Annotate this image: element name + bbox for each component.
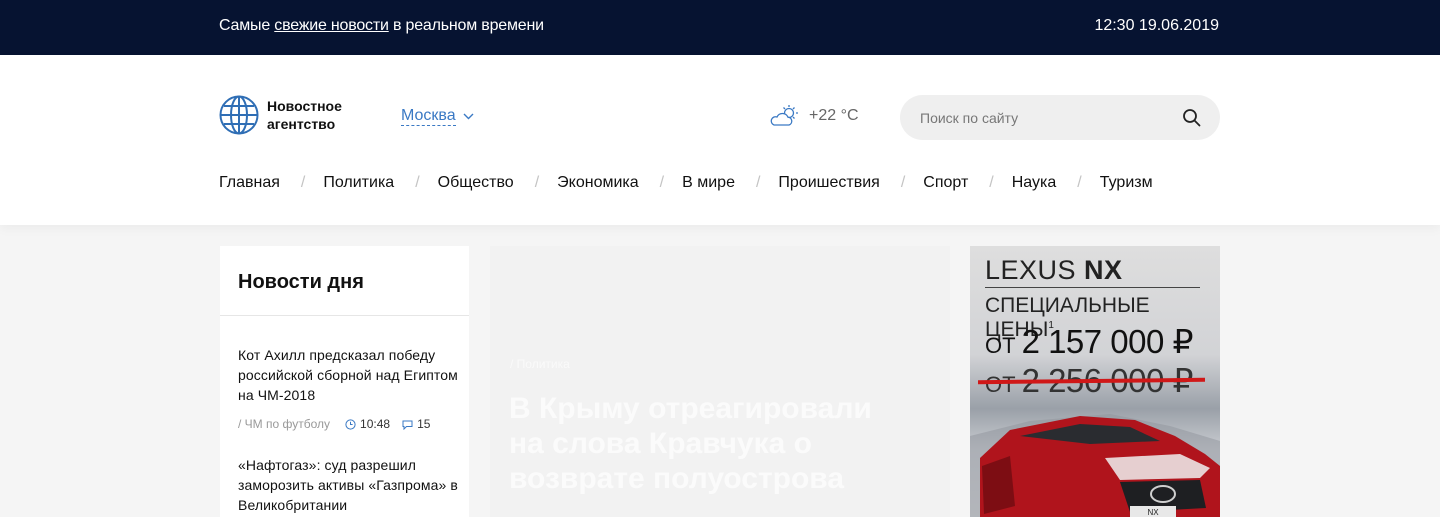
nav-separator: / bbox=[900, 174, 906, 191]
lexus-ad-banner[interactable]: LEXUS NX СПЕЦИАЛЬНЫЕ ЦЕНЫ1 ОТ 2 157 000 ₽… bbox=[970, 246, 1220, 517]
news-meta: / ЧМ по футболу 10:48 15 bbox=[238, 417, 460, 431]
nav-item-science[interactable]: Наука bbox=[1012, 174, 1057, 192]
fresh-news-link[interactable]: свежие новости bbox=[274, 17, 389, 34]
nav-separator: / bbox=[534, 174, 540, 191]
current-datetime: 12:30 19.06.2019 bbox=[1094, 17, 1219, 34]
daily-news-card: Новости дня Кот Ахилл предсказал победу … bbox=[220, 246, 469, 517]
ad-brand-model: NX bbox=[1084, 255, 1123, 285]
comment-icon bbox=[402, 420, 413, 430]
clock-icon bbox=[345, 418, 356, 430]
nav-separator: / bbox=[300, 174, 306, 191]
news-time-value: 10:48 bbox=[360, 417, 391, 431]
news-comments-count: 15 bbox=[417, 417, 431, 431]
list-item[interactable]: «Нафтогаз»: суд разрешил заморозить акти… bbox=[238, 455, 460, 515]
chevron-down-icon bbox=[463, 113, 474, 120]
nav-item-economy[interactable]: Экономика bbox=[557, 174, 639, 192]
partly-cloudy-icon bbox=[770, 105, 798, 126]
featured-article[interactable]: / Политика В Крыму отреагировали на слов… bbox=[490, 246, 950, 517]
car-image: NX bbox=[970, 414, 1220, 517]
news-time: 10:48 bbox=[345, 417, 390, 431]
tagline: Самые свежие новости в реальном времени bbox=[219, 17, 544, 35]
city-selector[interactable]: Москва bbox=[401, 107, 474, 126]
daily-news-title: Новости дня bbox=[238, 271, 364, 293]
news-comments[interactable]: 15 bbox=[402, 417, 430, 431]
news-category[interactable]: / ЧМ по футболу bbox=[238, 417, 330, 431]
top-bar: Самые свежие новости в реальном времени … bbox=[0, 0, 1440, 55]
nav-item-tourism[interactable]: Туризм bbox=[1100, 174, 1153, 192]
nav-item-politics[interactable]: Политика bbox=[323, 174, 394, 192]
site-header: Новостное агентство Москва +22 °C Главна… bbox=[0, 55, 1440, 225]
nav-separator: / bbox=[989, 174, 994, 191]
news-headline[interactable]: «Нафтогаз»: суд разрешил заморозить акти… bbox=[238, 455, 460, 515]
logo-text: Новостное агентство bbox=[267, 98, 342, 132]
ad-plate: NX bbox=[1147, 508, 1159, 517]
divider bbox=[220, 315, 469, 316]
search-input[interactable] bbox=[920, 107, 1170, 129]
nav-item-home[interactable]: Главная bbox=[219, 174, 280, 192]
nav-item-world[interactable]: В мире bbox=[682, 174, 735, 192]
nav-separator: / bbox=[659, 174, 665, 191]
search-icon[interactable] bbox=[1182, 108, 1201, 127]
city-label: Москва bbox=[401, 107, 456, 126]
weather-widget: +22 °C bbox=[769, 104, 859, 128]
featured-rubric[interactable]: / Политика bbox=[510, 357, 570, 371]
featured-title[interactable]: В Крыму отреагировали на слова Кравчука … bbox=[509, 391, 909, 496]
tagline-before: Самые bbox=[219, 17, 275, 34]
nav-separator: / bbox=[415, 174, 420, 191]
ad-price-from: ОТ bbox=[985, 372, 1016, 397]
nav-item-incidents[interactable]: Проишествия bbox=[778, 174, 879, 192]
ad-divider bbox=[985, 287, 1200, 288]
news-headline[interactable]: Кот Ахилл предсказал победу российской с… bbox=[238, 345, 460, 405]
search-box bbox=[900, 95, 1220, 140]
ad-brand: LEXUS NX bbox=[985, 255, 1123, 286]
temperature: +22 °C bbox=[809, 107, 859, 124]
ad-price-new: ОТ 2 157 000 ₽ bbox=[985, 322, 1194, 361]
logo[interactable]: Новостное агентство bbox=[219, 95, 357, 135]
nav-separator: / bbox=[1077, 174, 1082, 191]
globe-icon bbox=[219, 95, 259, 135]
list-item[interactable]: Кот Ахилл предсказал победу российской с… bbox=[238, 345, 460, 431]
ad-price-new-amount: 2 157 000 ₽ bbox=[1021, 323, 1194, 360]
ad-brand-name: LEXUS bbox=[985, 255, 1085, 285]
tagline-after: в реальном времени bbox=[388, 17, 544, 34]
main-nav: Главная / Политика / Общество / Экономик… bbox=[219, 174, 1153, 192]
ad-price-from: ОТ bbox=[985, 333, 1016, 358]
nav-separator: / bbox=[755, 174, 761, 191]
nav-item-sport[interactable]: Спорт bbox=[923, 174, 968, 192]
nav-item-society[interactable]: Общество bbox=[438, 174, 514, 192]
